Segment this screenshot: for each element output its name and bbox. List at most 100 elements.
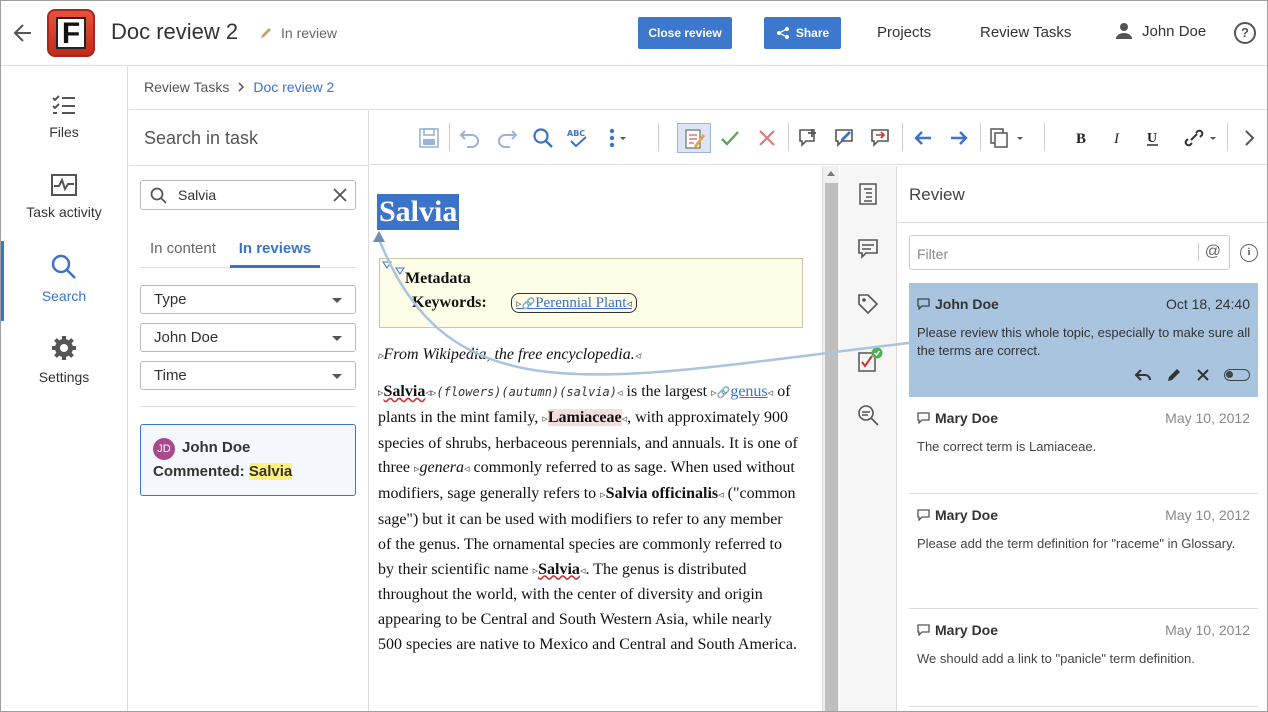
comment-item[interactable]: John Doe Oct 18, 24:40 Please review thi… xyxy=(909,283,1258,397)
left-nav: Files Task activity Search Settings xyxy=(1,66,128,711)
back-arrow-icon[interactable] xyxy=(11,19,35,47)
tag-marker-icon: ◃ xyxy=(634,350,641,362)
collapse-triangle-icon[interactable] xyxy=(382,261,392,269)
resolve-toggle[interactable] xyxy=(1224,369,1250,381)
more-options-icon[interactable] xyxy=(604,127,626,149)
comments-icon[interactable] xyxy=(857,238,879,260)
help-icon[interactable]: ? xyxy=(1234,22,1256,44)
spellcheck-icon[interactable]: ABC xyxy=(567,127,589,149)
task-check-icon[interactable] xyxy=(857,347,883,373)
undo-icon[interactable] xyxy=(459,127,481,149)
document-title: Doc review 2 xyxy=(111,19,239,44)
bold-icon[interactable]: B xyxy=(1070,127,1092,149)
tab-in-content[interactable]: In content xyxy=(150,240,216,268)
nav-settings[interactable]: Settings xyxy=(1,335,127,413)
mention-icon[interactable]: @ xyxy=(1197,243,1221,261)
user-select[interactable]: John Doe xyxy=(140,323,356,352)
tag-marker-icon: ▹ xyxy=(542,412,548,425)
chevron-down-icon xyxy=(332,298,342,303)
outline-icon[interactable] xyxy=(857,183,879,205)
metadata-block: Metadata Keywords: ▹🔗Perennial Plant◃ xyxy=(379,258,803,328)
type-select-value: Type xyxy=(154,291,187,308)
breadcrumb-parent[interactable]: Review Tasks xyxy=(144,79,229,95)
filter-placeholder: Filter xyxy=(917,246,949,262)
underline-icon[interactable]: U xyxy=(1142,127,1164,149)
divider xyxy=(140,406,356,407)
previous-change-icon[interactable] xyxy=(912,127,934,149)
clear-icon[interactable] xyxy=(333,188,347,202)
comment-date: May 10, 2012 xyxy=(1165,507,1250,523)
collapse-triangle-icon[interactable] xyxy=(395,267,405,275)
result-author: John Doe xyxy=(182,439,251,456)
app-window: F Doc review 2 In review Close review Sh… xyxy=(0,0,1268,712)
time-select[interactable]: Time xyxy=(140,361,356,390)
divider xyxy=(449,123,450,151)
copy-icon[interactable] xyxy=(989,127,1025,149)
tag-marker-icon: ▹🔗 xyxy=(711,387,731,399)
term-salvia: Salvia xyxy=(383,383,426,400)
nav-files[interactable]: Files xyxy=(1,94,127,172)
next-change-icon[interactable] xyxy=(948,127,970,149)
review-tasks-link[interactable]: Review Tasks xyxy=(980,24,1071,41)
track-changes-icon xyxy=(685,129,705,149)
find-icon[interactable] xyxy=(532,127,554,149)
text-run: is the largest xyxy=(622,383,712,400)
track-changes-toggle[interactable] xyxy=(677,123,711,153)
accept-icon[interactable] xyxy=(719,127,741,149)
search-comments-icon[interactable] xyxy=(857,404,881,428)
comment-text: Please review this whole topic, especial… xyxy=(917,325,1251,358)
keywords-label: Keywords: xyxy=(412,294,487,311)
breadcrumb-current[interactable]: Doc review 2 xyxy=(253,79,334,95)
genus-link[interactable]: genus xyxy=(730,383,767,400)
filter-input[interactable]: Filter @ xyxy=(909,235,1230,270)
scrollbar-thumb[interactable] xyxy=(825,183,838,711)
nav-search[interactable]: Search xyxy=(1,241,127,321)
projects-link[interactable]: Projects xyxy=(877,24,931,41)
tab-in-reviews[interactable]: In reviews xyxy=(230,240,320,268)
tag-icon[interactable] xyxy=(857,293,879,315)
replace-comment-icon[interactable] xyxy=(870,127,892,149)
type-select[interactable]: Type xyxy=(140,285,356,314)
files-list-icon xyxy=(52,95,75,114)
share-label: Share xyxy=(795,26,830,40)
search-input[interactable]: Salvia xyxy=(140,180,356,210)
add-comment-icon[interactable] xyxy=(798,127,820,149)
comment-icon xyxy=(917,509,930,521)
author-name: Mary Doe xyxy=(935,622,999,638)
user-menu[interactable]: John Doe xyxy=(1114,21,1206,41)
divider xyxy=(129,165,369,166)
save-icon[interactable] xyxy=(418,127,440,149)
divider xyxy=(1227,123,1228,151)
comment-item[interactable]: Mary Doe May 10, 2012 We should add a li… xyxy=(909,609,1258,707)
reject-icon[interactable] xyxy=(756,127,778,149)
italic-icon[interactable]: I xyxy=(1107,127,1129,149)
comment-item[interactable]: Mary Doe May 10, 2012 The correct term i… xyxy=(909,397,1258,494)
edit-icon[interactable] xyxy=(1166,367,1182,383)
user-name: John Doe xyxy=(1142,22,1207,40)
nav-task-activity-label: Task activity xyxy=(26,204,102,220)
share-icon xyxy=(776,27,789,39)
search-result-card[interactable]: JD John Doe Commented: Salvia xyxy=(140,424,356,496)
info-icon[interactable]: i xyxy=(1240,244,1258,262)
comment-item[interactable]: Mary Doe May 10, 2012 Please add the ter… xyxy=(909,494,1258,609)
user-icon xyxy=(1116,23,1132,39)
chevron-right-icon[interactable] xyxy=(1238,127,1260,149)
review-panel: Review Filter @ i John Doe Oct 18, 24:40… xyxy=(897,166,1267,711)
source-text: From Wikipedia, the free encyclopedia. xyxy=(383,346,635,363)
document-editor[interactable]: Salvia Metadata Keywords: ▹🔗Perennial Pl… xyxy=(370,166,822,711)
redo-icon[interactable] xyxy=(496,127,518,149)
scroll-up-icon[interactable] xyxy=(827,171,835,176)
body-paragraph: ▹Salvia◃▹(flowers)(autumn)(salvia)◃ is t… xyxy=(378,380,798,658)
close-icon[interactable] xyxy=(1196,368,1210,382)
close-review-button[interactable]: Close review xyxy=(638,17,732,49)
comment-date: May 10, 2012 xyxy=(1165,622,1250,638)
source-line: ▹From Wikipedia, the free encyclopedia.◃ xyxy=(378,346,640,364)
reply-icon[interactable] xyxy=(1134,367,1152,383)
keyword-link[interactable]: ▹🔗Perennial Plant◃ xyxy=(511,293,637,313)
link-icon[interactable] xyxy=(1182,127,1218,149)
comment-date: May 10, 2012 xyxy=(1165,410,1250,426)
editor-scrollbar[interactable] xyxy=(822,166,839,711)
share-button[interactable]: Share xyxy=(764,17,841,49)
edit-comment-icon[interactable] xyxy=(834,127,856,149)
nav-files-label: Files xyxy=(49,124,79,140)
